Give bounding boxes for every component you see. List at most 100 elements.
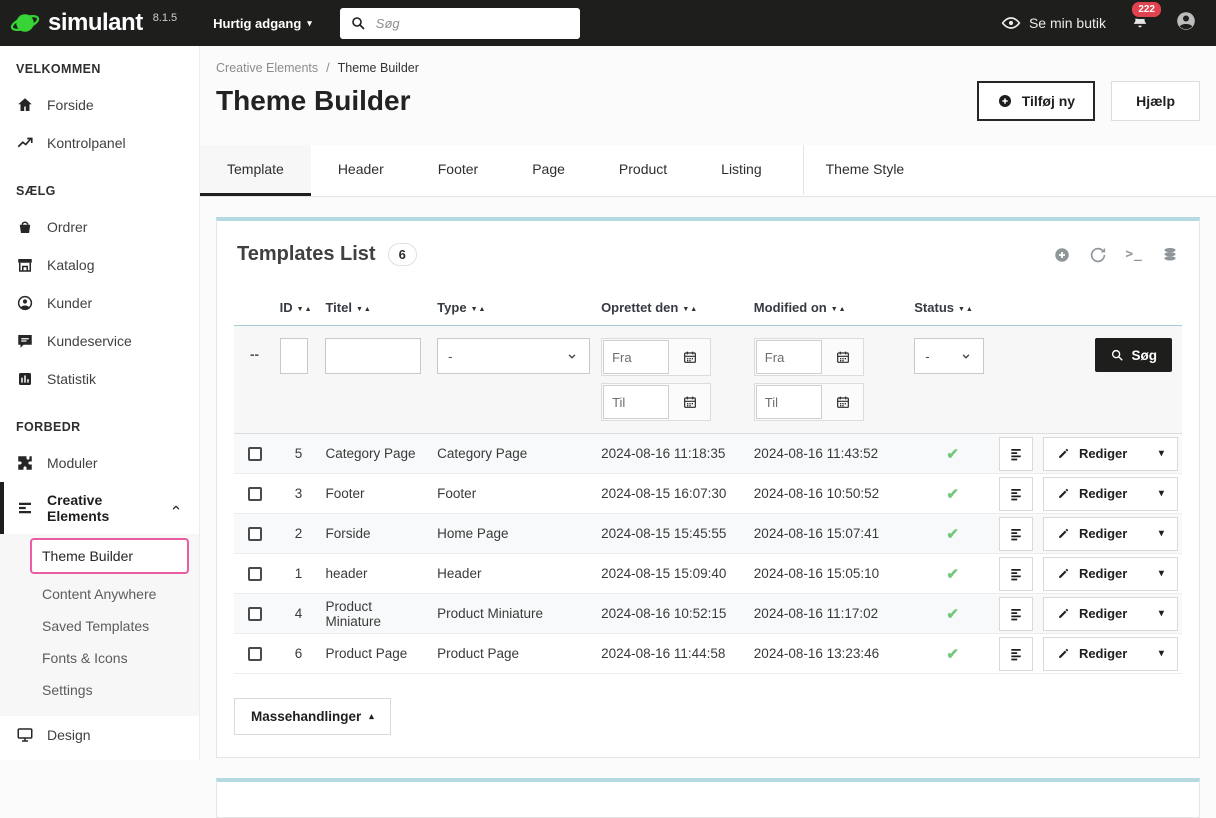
sort-icons[interactable]: ▼▲: [297, 306, 313, 313]
submenu-item-fonts-icons[interactable]: Fonts & Icons: [0, 642, 199, 674]
sidebar-item-levering[interactable]: Levering: [0, 754, 199, 760]
add-icon-button[interactable]: [1053, 246, 1071, 264]
row-layout-button[interactable]: [999, 437, 1033, 471]
filter-modified-to-input[interactable]: [756, 385, 822, 419]
filter-status-select[interactable]: -: [914, 338, 984, 374]
col-title[interactable]: Titel▼▲: [321, 296, 433, 326]
person-icon: [1174, 9, 1198, 33]
dropdown-caret-icon[interactable]: ▾: [1159, 608, 1164, 619]
col-created[interactable]: Oprettet den▼▲: [597, 296, 750, 326]
row-checkbox[interactable]: [248, 647, 262, 661]
col-type[interactable]: Type▼▲: [433, 296, 597, 326]
col-id[interactable]: ID▼▲: [276, 296, 322, 326]
tab-template[interactable]: Template: [200, 145, 311, 196]
monitor-icon: [16, 726, 34, 744]
sidebar-item-moduler[interactable]: Moduler: [0, 444, 199, 482]
sidebar-item-statistik[interactable]: Statistik: [0, 360, 199, 398]
edit-button[interactable]: Rediger▾: [1043, 437, 1178, 471]
edit-button[interactable]: Rediger▾: [1043, 637, 1178, 671]
sort-icons[interactable]: ▼▲: [831, 306, 847, 313]
tab-header[interactable]: Header: [311, 145, 411, 196]
view-shop-link[interactable]: Se min butik: [1001, 13, 1106, 33]
tab-listing[interactable]: Listing: [694, 145, 788, 196]
sort-icons[interactable]: ▼▲: [471, 306, 487, 313]
calendar-button[interactable]: [670, 340, 710, 374]
quick-access-dropdown[interactable]: Hurtig adgang ▾: [213, 16, 312, 31]
brand-logo[interactable]: simulant 8.1.5: [0, 0, 187, 46]
sidebar-item-forside[interactable]: Forside: [0, 86, 199, 124]
submenu-item-content-anywhere[interactable]: Content Anywhere: [0, 578, 199, 610]
col-status[interactable]: Status▼▲: [910, 296, 995, 326]
calendar-button[interactable]: [823, 340, 863, 374]
submenu-item-saved-templates[interactable]: Saved Templates: [0, 610, 199, 642]
status-enabled-icon[interactable]: ✔: [946, 526, 959, 543]
breadcrumb-parent[interactable]: Creative Elements: [216, 61, 318, 75]
row-checkbox[interactable]: [248, 527, 262, 541]
edit-button[interactable]: Rediger▾: [1043, 477, 1178, 511]
cell-type: Product Miniature: [433, 594, 597, 634]
global-search[interactable]: [340, 8, 580, 39]
sort-icons[interactable]: ▼▲: [682, 306, 698, 313]
export-icon-button[interactable]: [1161, 246, 1179, 264]
plus-circle-icon: [1053, 246, 1071, 264]
chat-icon: [16, 332, 34, 350]
filter-title-input[interactable]: [325, 338, 421, 374]
bulk-actions-button[interactable]: Massehandlinger ▴: [234, 698, 391, 735]
notifications-button[interactable]: 222: [1130, 11, 1150, 36]
sort-icons[interactable]: ▼▲: [356, 306, 372, 313]
row-layout-button[interactable]: [999, 597, 1033, 631]
sql-query-icon-button[interactable]: >_: [1125, 247, 1143, 262]
status-enabled-icon[interactable]: ✔: [946, 486, 959, 503]
filter-created-to-input[interactable]: [603, 385, 669, 419]
sidebar-item-katalog[interactable]: Katalog: [0, 246, 199, 284]
filter-id-input[interactable]: [280, 338, 308, 374]
filter-created-from-input[interactable]: [603, 340, 669, 374]
tab-footer[interactable]: Footer: [411, 145, 505, 196]
search-input[interactable]: [374, 15, 570, 32]
sidebar-item-creative-elements[interactable]: Creative Elements: [0, 482, 199, 534]
filter-created-from-group: [601, 338, 711, 376]
row-layout-button[interactable]: [999, 517, 1033, 551]
row-checkbox[interactable]: [248, 487, 262, 501]
dropdown-caret-icon[interactable]: ▾: [1159, 528, 1164, 539]
edit-button[interactable]: Rediger▾: [1043, 517, 1178, 551]
submenu-item-settings[interactable]: Settings: [0, 674, 199, 706]
tab-theme-style[interactable]: Theme Style: [803, 145, 932, 196]
row-layout-button[interactable]: [999, 557, 1033, 591]
add-new-button[interactable]: Tilføj ny: [977, 81, 1095, 121]
refresh-icon-button[interactable]: [1089, 246, 1107, 264]
status-enabled-icon[interactable]: ✔: [946, 566, 959, 583]
row-checkbox[interactable]: [248, 447, 262, 461]
edit-button[interactable]: Rediger▾: [1043, 557, 1178, 591]
row-checkbox[interactable]: [248, 567, 262, 581]
calendar-button[interactable]: [823, 385, 863, 419]
status-enabled-icon[interactable]: ✔: [946, 606, 959, 623]
tab-page[interactable]: Page: [505, 145, 592, 196]
row-layout-button[interactable]: [999, 477, 1033, 511]
calendar-button[interactable]: [670, 385, 710, 419]
row-checkbox[interactable]: [248, 607, 262, 621]
edit-button[interactable]: Rediger▾: [1043, 597, 1178, 631]
filter-modified-from-input[interactable]: [756, 340, 822, 374]
sidebar-item-kundeservice[interactable]: Kundeservice: [0, 322, 199, 360]
status-enabled-icon[interactable]: ✔: [946, 446, 959, 463]
search-submit-button[interactable]: Søg: [1095, 338, 1173, 372]
dropdown-caret-icon[interactable]: ▾: [1159, 488, 1164, 499]
status-enabled-icon[interactable]: ✔: [946, 646, 959, 663]
row-layout-button[interactable]: [999, 637, 1033, 671]
tab-product[interactable]: Product: [592, 145, 694, 196]
dropdown-caret-icon[interactable]: ▾: [1159, 568, 1164, 579]
submenu-item-theme-builder[interactable]: Theme Builder: [30, 538, 189, 574]
account-menu-button[interactable]: [1174, 9, 1198, 38]
filter-type-select[interactable]: -: [437, 338, 590, 374]
dropdown-caret-icon[interactable]: ▾: [1159, 648, 1164, 659]
col-modified[interactable]: Modified on▼▲: [750, 296, 910, 326]
breadcrumb: Creative Elements / Theme Builder: [200, 46, 1216, 75]
sidebar-item-kontrolpanel[interactable]: Kontrolpanel: [0, 124, 199, 162]
sort-icons[interactable]: ▼▲: [958, 306, 974, 313]
sidebar-item-kunder[interactable]: Kunder: [0, 284, 199, 322]
sidebar-item-ordrer[interactable]: Ordrer: [0, 208, 199, 246]
dropdown-caret-icon[interactable]: ▾: [1159, 448, 1164, 459]
sidebar-item-design[interactable]: Design: [0, 716, 199, 754]
help-button[interactable]: Hjælp: [1111, 81, 1200, 121]
